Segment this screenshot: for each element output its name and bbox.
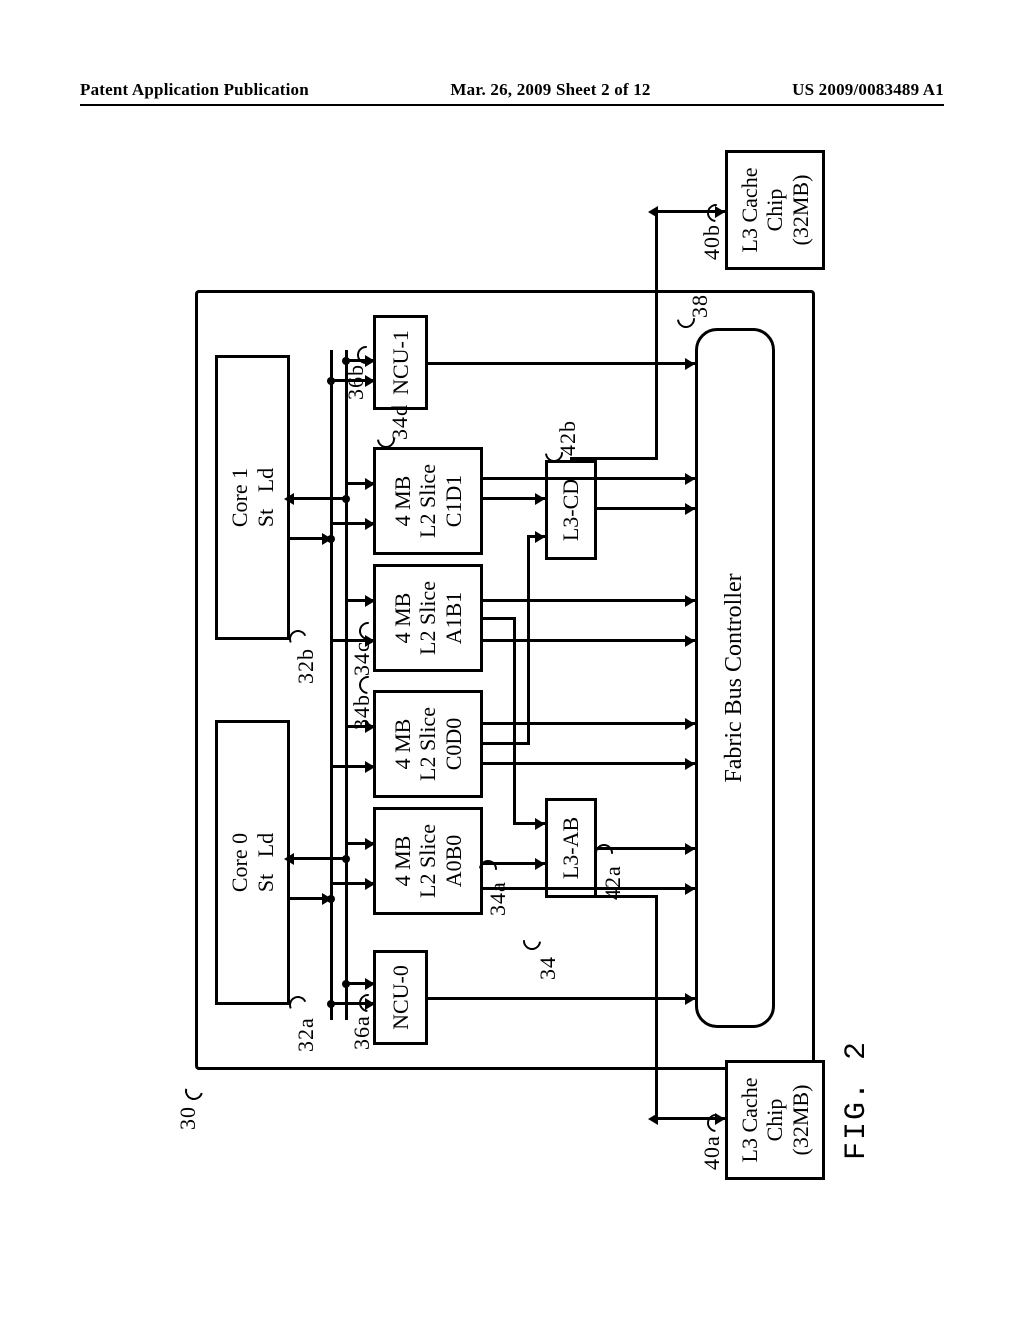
l3cd-fabric <box>597 507 695 510</box>
l2-slice-a0b0: 4 MB L2 Slice A0B0 <box>373 807 483 915</box>
ref-core1: 32b <box>293 648 319 684</box>
ah <box>365 761 375 773</box>
core1-stld: St Ld <box>253 358 278 637</box>
ah <box>685 595 695 607</box>
ah <box>535 858 545 870</box>
l3-cache-chip-right: L3 Cache Chip (32MB) <box>725 150 825 270</box>
ah <box>365 838 375 850</box>
figure-caption: FIG. 2 <box>840 1040 874 1160</box>
ah <box>365 478 375 490</box>
l3ab-fabric <box>597 847 695 850</box>
ncu-1: NCU-1 <box>373 315 428 410</box>
route-c0-v <box>483 742 529 745</box>
l3-cd: L3-CD <box>545 460 597 560</box>
l2c2-fabric <box>483 599 695 602</box>
ref-l3cache-a: 40a <box>699 1135 725 1170</box>
ah <box>365 595 375 607</box>
dot <box>342 980 350 988</box>
route-a1-v <box>483 617 515 620</box>
ncu-0: NCU-0 <box>373 950 428 1045</box>
ah <box>535 531 545 543</box>
bus-line-1 <box>330 350 333 1020</box>
bus-line-2 <box>345 350 348 1020</box>
ah <box>365 998 375 1010</box>
page-header: Patent Application Publication Mar. 26, … <box>80 80 944 100</box>
l3cd-out-h <box>655 210 658 460</box>
dot <box>327 535 335 543</box>
l2a2-fabric <box>483 887 695 890</box>
figure-canvas: 30 Core 0 St Ld 32a Core 1 St Ld <box>115 150 905 1200</box>
ah <box>284 493 294 505</box>
ah <box>365 878 375 890</box>
l3ab-exit <box>570 895 655 898</box>
ah <box>284 853 294 865</box>
l2-slice-c0d0: 4 MB L2 Slice C0D0 <box>373 690 483 798</box>
ah <box>685 635 695 647</box>
l2c-fabric <box>483 639 695 642</box>
conn-core1-ld <box>290 497 347 500</box>
ah <box>365 978 375 990</box>
ah <box>365 721 375 733</box>
ref-chip: 30 <box>175 1106 201 1130</box>
ah <box>715 206 725 218</box>
dot <box>327 377 335 385</box>
dot <box>342 495 350 503</box>
header-right: US 2009/0083489 A1 <box>792 80 944 100</box>
core0-stld: St Ld <box>253 723 278 1002</box>
l2b2-fabric <box>483 722 695 725</box>
ref-ncu0: 36a <box>349 1015 375 1050</box>
ah <box>685 358 695 370</box>
ref-l2-group: 34 <box>535 956 561 980</box>
figure-rotated-container: 30 Core 0 St Ld 32a Core 1 St Ld <box>0 280 1024 1070</box>
ah <box>365 518 375 530</box>
l3-cache-chip-left: L3 Cache Chip (32MB) <box>725 1060 825 1180</box>
ah <box>685 758 695 770</box>
ah <box>648 1113 658 1125</box>
core-1: Core 1 St Ld <box>215 355 290 640</box>
route-a1-h <box>513 617 516 825</box>
fabric-bus-controller: Fabric Bus Controller <box>695 328 775 1028</box>
ah <box>365 635 375 647</box>
ah <box>365 355 375 367</box>
core0-title: Core 0 <box>227 723 252 1002</box>
l2d2-fabric <box>483 477 695 480</box>
ah <box>685 503 695 515</box>
ah <box>535 818 545 830</box>
core-0: Core 0 St Ld <box>215 720 290 1005</box>
header-left: Patent Application Publication <box>80 80 309 100</box>
ah <box>365 375 375 387</box>
ah <box>648 206 658 218</box>
core1-title: Core 1 <box>227 358 252 637</box>
ah <box>685 718 695 730</box>
header-rule <box>80 104 944 106</box>
ah <box>685 883 695 895</box>
ah <box>715 1113 725 1125</box>
dot <box>327 1000 335 1008</box>
ah <box>685 843 695 855</box>
dot <box>327 895 335 903</box>
ah <box>685 473 695 485</box>
l3ab-out-h <box>655 895 658 1120</box>
leader-30 <box>182 1079 207 1104</box>
l3-ab: L3-AB <box>545 798 597 898</box>
conn-core0-ld <box>290 857 347 860</box>
header-center: Mar. 26, 2009 Sheet 2 of 12 <box>450 80 650 100</box>
l2-slice-a1b1: 4 MB L2 Slice A1B1 <box>373 564 483 672</box>
dot <box>342 357 350 365</box>
l2-slice-c1d1: 4 MB L2 Slice C1D1 <box>373 447 483 555</box>
patent-page: Patent Application Publication Mar. 26, … <box>0 0 1024 1320</box>
l3cd-exit-v <box>570 457 655 460</box>
ah <box>685 993 695 1005</box>
dot <box>342 855 350 863</box>
ref-l3cache-b: 40b <box>699 224 725 260</box>
ah <box>535 493 545 505</box>
ref-core0: 32a <box>293 1017 319 1052</box>
l2b-fabric <box>483 762 695 765</box>
